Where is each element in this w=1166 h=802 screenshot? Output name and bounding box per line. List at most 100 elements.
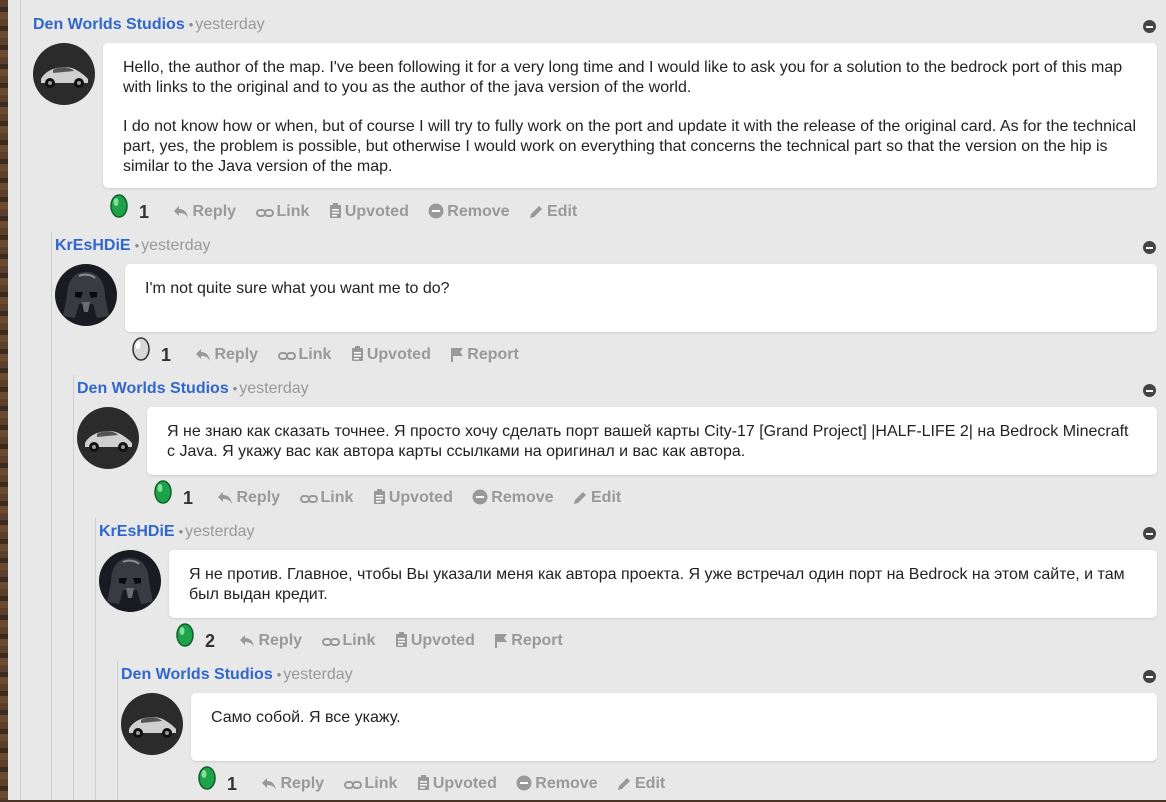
report-button[interactable]: Report [450, 340, 519, 370]
comment-text: Я не знаю как сказать точнее. Я просто х… [167, 423, 1129, 460]
pencil-icon [530, 205, 542, 218]
author-name[interactable]: Den Worlds Studios [77, 380, 229, 397]
collapse-icon[interactable] [1143, 384, 1156, 397]
collapse-icon[interactable] [1143, 241, 1156, 254]
comment-body: Само собой. Я все укажу. [191, 693, 1157, 761]
separator-dot: • [134, 238, 140, 253]
pencil-icon [618, 777, 630, 790]
avatar[interactable] [99, 550, 161, 612]
flag-icon [495, 633, 508, 648]
avatar[interactable] [77, 407, 139, 469]
link-button[interactable]: Link [321, 626, 375, 656]
comment-text: Hello, the author of the map. I've been … [123, 59, 1123, 96]
remove-button[interactable]: Remove [472, 483, 554, 513]
car-avatar-icon [33, 43, 95, 105]
link-button[interactable]: Link [277, 340, 331, 370]
score: 1 [161, 344, 172, 365]
edit-button[interactable]: Edit [617, 769, 665, 799]
thread-line [73, 375, 74, 800]
upvoted-button[interactable]: Upvoted [417, 769, 497, 799]
avatar[interactable] [33, 43, 95, 105]
link-button[interactable]: Link [255, 197, 309, 227]
vader-avatar-icon [55, 264, 117, 326]
comment-actions: 1 Reply Link Upvoted Report [131, 337, 534, 367]
emerald-icon[interactable] [197, 766, 217, 801]
emerald-icon[interactable] [153, 480, 173, 515]
separator-dot: • [232, 381, 238, 396]
timestamp: yesterday [239, 380, 309, 397]
link-icon [343, 780, 362, 789]
thread-line [95, 518, 96, 800]
comment-header: Den Worlds Studios • yesterday [121, 662, 353, 688]
avatar[interactable] [55, 264, 117, 326]
comment-header: Den Worlds Studios • yesterday [33, 12, 265, 38]
reply-icon [240, 634, 255, 647]
thread-line [117, 661, 118, 800]
collapse-icon[interactable] [1143, 670, 1156, 683]
clipboard-icon [373, 488, 385, 504]
comment-thread: Den Worlds Studios • yesterday Hello, the … [20, 0, 1166, 800]
comment-body: Я не знаю как сказать точнее. Я просто х… [147, 407, 1157, 475]
emerald-icon[interactable] [175, 623, 195, 658]
comment-header: Den Worlds Studios • yesterday [77, 376, 309, 402]
timestamp: yesterday [185, 523, 255, 540]
link-icon [255, 208, 274, 217]
comment-actions: 1 Reply Link Upvoted Remove Edit [197, 766, 680, 796]
reply-button[interactable]: Reply [261, 769, 324, 799]
upvoted-button[interactable]: Upvoted [351, 340, 431, 370]
link-button[interactable]: Link [299, 483, 353, 513]
comment-body: I'm not quite sure what you want me to d… [125, 264, 1157, 332]
link-icon [299, 494, 318, 503]
author-name[interactable]: KrEsHDiE [55, 237, 131, 254]
remove-button[interactable]: Remove [428, 197, 510, 227]
separator-dot: • [178, 524, 184, 539]
reply-button[interactable]: Reply [217, 483, 280, 513]
comment-header: KrEsHDiE • yesterday [99, 519, 255, 545]
reply-button[interactable]: Reply [173, 197, 236, 227]
avatar[interactable] [121, 693, 183, 755]
timestamp: yesterday [141, 237, 211, 254]
comment-actions: 2 Reply Link Upvoted Report [175, 623, 578, 653]
remove-button[interactable]: Remove [516, 769, 598, 799]
silver-gem-icon[interactable] [131, 337, 151, 372]
collapse-icon[interactable] [1143, 20, 1156, 33]
car-avatar-icon [121, 693, 183, 755]
score: 1 [139, 201, 150, 222]
comment-text: I do not know how or when, but of course… [123, 118, 1136, 175]
comments-panel: Den Worlds Studios • yesterday Hello, the … [8, 0, 1166, 800]
emerald-icon[interactable] [109, 194, 129, 229]
reply-icon [218, 491, 233, 504]
background-texture [0, 0, 8, 800]
comment-text: I'm not quite sure what you want me to d… [145, 280, 450, 297]
comment: KrEsHDiE • yesterday I'm not quite sure wh… [55, 233, 1157, 373]
upvoted-button[interactable]: Upvoted [329, 197, 409, 227]
comment: Den Worlds Studios • yesterday Я не знаю к… [77, 376, 1157, 516]
separator-dot: • [188, 17, 194, 32]
link-button[interactable]: Link [343, 769, 397, 799]
report-button[interactable]: Report [494, 626, 563, 656]
timestamp: yesterday [283, 666, 353, 683]
thread-line [51, 232, 52, 800]
upvoted-button[interactable]: Upvoted [373, 483, 453, 513]
car-avatar-icon [77, 407, 139, 469]
comment-header: KrEsHDiE • yesterday [55, 233, 211, 259]
minus-circle-icon [472, 489, 488, 504]
reply-button[interactable]: Reply [239, 626, 302, 656]
separator-dot: • [276, 667, 282, 682]
upvoted-button[interactable]: Upvoted [395, 626, 475, 656]
minus-circle-icon [428, 203, 444, 218]
reply-button[interactable]: Reply [195, 340, 258, 370]
reply-icon [262, 777, 277, 790]
edit-button[interactable]: Edit [529, 197, 577, 227]
author-name[interactable]: Den Worlds Studios [121, 666, 273, 683]
clipboard-icon [329, 202, 341, 218]
collapse-icon[interactable] [1143, 527, 1156, 540]
comment: KrEsHDiE • yesterday Я не против. Главное,… [99, 519, 1157, 659]
comment: Den Worlds Studios • yesterday Само собой.… [121, 662, 1157, 802]
author-name[interactable]: KrEsHDiE [99, 523, 175, 540]
link-icon [321, 637, 340, 646]
edit-button[interactable]: Edit [573, 483, 621, 513]
comment-actions: 1 Reply Link Upvoted Remove Edit [109, 194, 592, 224]
reply-icon [196, 348, 211, 361]
author-name[interactable]: Den Worlds Studios [33, 16, 185, 33]
